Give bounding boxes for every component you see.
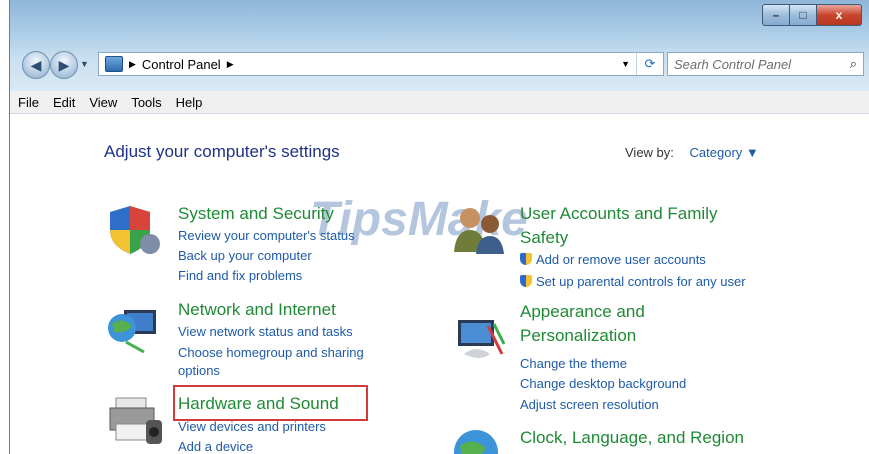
back-button[interactable]: ◀ bbox=[22, 51, 50, 79]
menu-bar: File Edit View Tools Help bbox=[10, 91, 869, 114]
link-network-status[interactable]: View network status and tasks bbox=[178, 324, 353, 339]
menu-help[interactable]: Help bbox=[176, 95, 203, 110]
link-homegroup-options[interactable]: options bbox=[178, 363, 220, 378]
control-panel-window: – □ x ◀ ▶ ▼ ▶ Control Panel ▶ ▼ ⟳ Searh … bbox=[9, 0, 869, 454]
uac-shield-icon bbox=[520, 253, 532, 265]
menu-tools[interactable]: Tools bbox=[131, 95, 161, 110]
menu-view[interactable]: View bbox=[89, 95, 117, 110]
menu-file[interactable]: File bbox=[18, 95, 39, 110]
link-back-up[interactable]: Back up your computer bbox=[178, 248, 312, 263]
category-clock-language-region[interactable]: Clock, Language, and Region bbox=[520, 428, 744, 448]
link-parental-controls[interactable]: Set up parental controls for any user bbox=[520, 274, 746, 289]
category-appearance-line2[interactable]: Personalization bbox=[520, 326, 636, 346]
back-arrow-icon: ◀ bbox=[30, 56, 42, 73]
link-change-theme[interactable]: Change the theme bbox=[520, 356, 627, 371]
forward-arrow-icon: ▶ bbox=[58, 56, 70, 73]
breadcrumb-control-panel[interactable]: Control Panel bbox=[142, 57, 221, 72]
menu-edit[interactable]: Edit bbox=[53, 95, 75, 110]
category-hardware-sound[interactable]: Hardware and Sound bbox=[178, 394, 339, 414]
close-button[interactable]: x bbox=[817, 4, 862, 26]
uac-shield-icon bbox=[520, 275, 532, 287]
address-bar[interactable]: ▶ Control Panel ▶ ▼ ⟳ bbox=[98, 52, 664, 76]
refresh-icon[interactable]: ⟳ bbox=[636, 53, 663, 75]
view-by-label: View by: bbox=[625, 145, 674, 160]
search-input[interactable]: Searh Control Panel bbox=[674, 57, 850, 72]
breadcrumb-arrow-icon[interactable]: ▶ bbox=[129, 59, 136, 70]
link-devices-printers[interactable]: View devices and printers bbox=[178, 419, 326, 434]
link-review-status[interactable]: Review your computer's status bbox=[178, 228, 355, 243]
navigation-row: ◀ ▶ ▼ ▶ Control Panel ▶ ▼ ⟳ Searh Contro… bbox=[10, 47, 869, 81]
address-dropdown-icon[interactable]: ▼ bbox=[621, 59, 630, 69]
shield-icon bbox=[110, 206, 160, 254]
forward-button[interactable]: ▶ bbox=[50, 51, 78, 79]
control-panel-content: TipsMake Adjust your computer's settings… bbox=[10, 114, 869, 454]
category-system-security[interactable]: System and Security bbox=[178, 204, 334, 224]
page-title: Adjust your computer's settings bbox=[104, 142, 340, 161]
printer-icon bbox=[109, 397, 162, 444]
users-icon bbox=[454, 208, 504, 254]
caption-buttons: – □ x bbox=[762, 4, 862, 26]
minimize-button[interactable]: – bbox=[762, 4, 790, 26]
search-icon[interactable]: ⌕ bbox=[850, 56, 857, 72]
link-add-remove-users[interactable]: Add or remove user accounts bbox=[520, 252, 706, 267]
link-homegroup[interactable]: Choose homegroup and sharing bbox=[178, 345, 364, 360]
maximize-button[interactable]: □ bbox=[790, 4, 817, 26]
network-globe-icon bbox=[108, 310, 156, 354]
link-screen-resolution[interactable]: Adjust screen resolution bbox=[520, 397, 659, 412]
link-add-device[interactable]: Add a device bbox=[178, 439, 253, 454]
view-by: View by: Category ▼ bbox=[625, 145, 759, 160]
title-bar: – □ x bbox=[10, 0, 869, 44]
link-find-fix[interactable]: Find and fix problems bbox=[178, 268, 302, 283]
display-palette-icon bbox=[458, 320, 506, 358]
control-panel-icon bbox=[105, 56, 123, 72]
category-appearance[interactable]: Appearance and bbox=[520, 302, 645, 322]
category-network-internet[interactable]: Network and Internet bbox=[178, 300, 336, 320]
recent-pages-chevron-icon[interactable]: ▼ bbox=[80, 59, 92, 71]
globe-clock-icon bbox=[454, 430, 498, 454]
category-user-accounts[interactable]: User Accounts and Family bbox=[520, 204, 717, 224]
breadcrumb-arrow-icon[interactable]: ▶ bbox=[227, 59, 234, 70]
view-by-dropdown[interactable]: Category ▼ bbox=[690, 145, 759, 160]
link-desktop-background[interactable]: Change desktop background bbox=[520, 376, 686, 391]
category-user-accounts-line2[interactable]: Safety bbox=[520, 228, 568, 248]
search-box[interactable]: Searh Control Panel ⌕ bbox=[667, 52, 864, 76]
